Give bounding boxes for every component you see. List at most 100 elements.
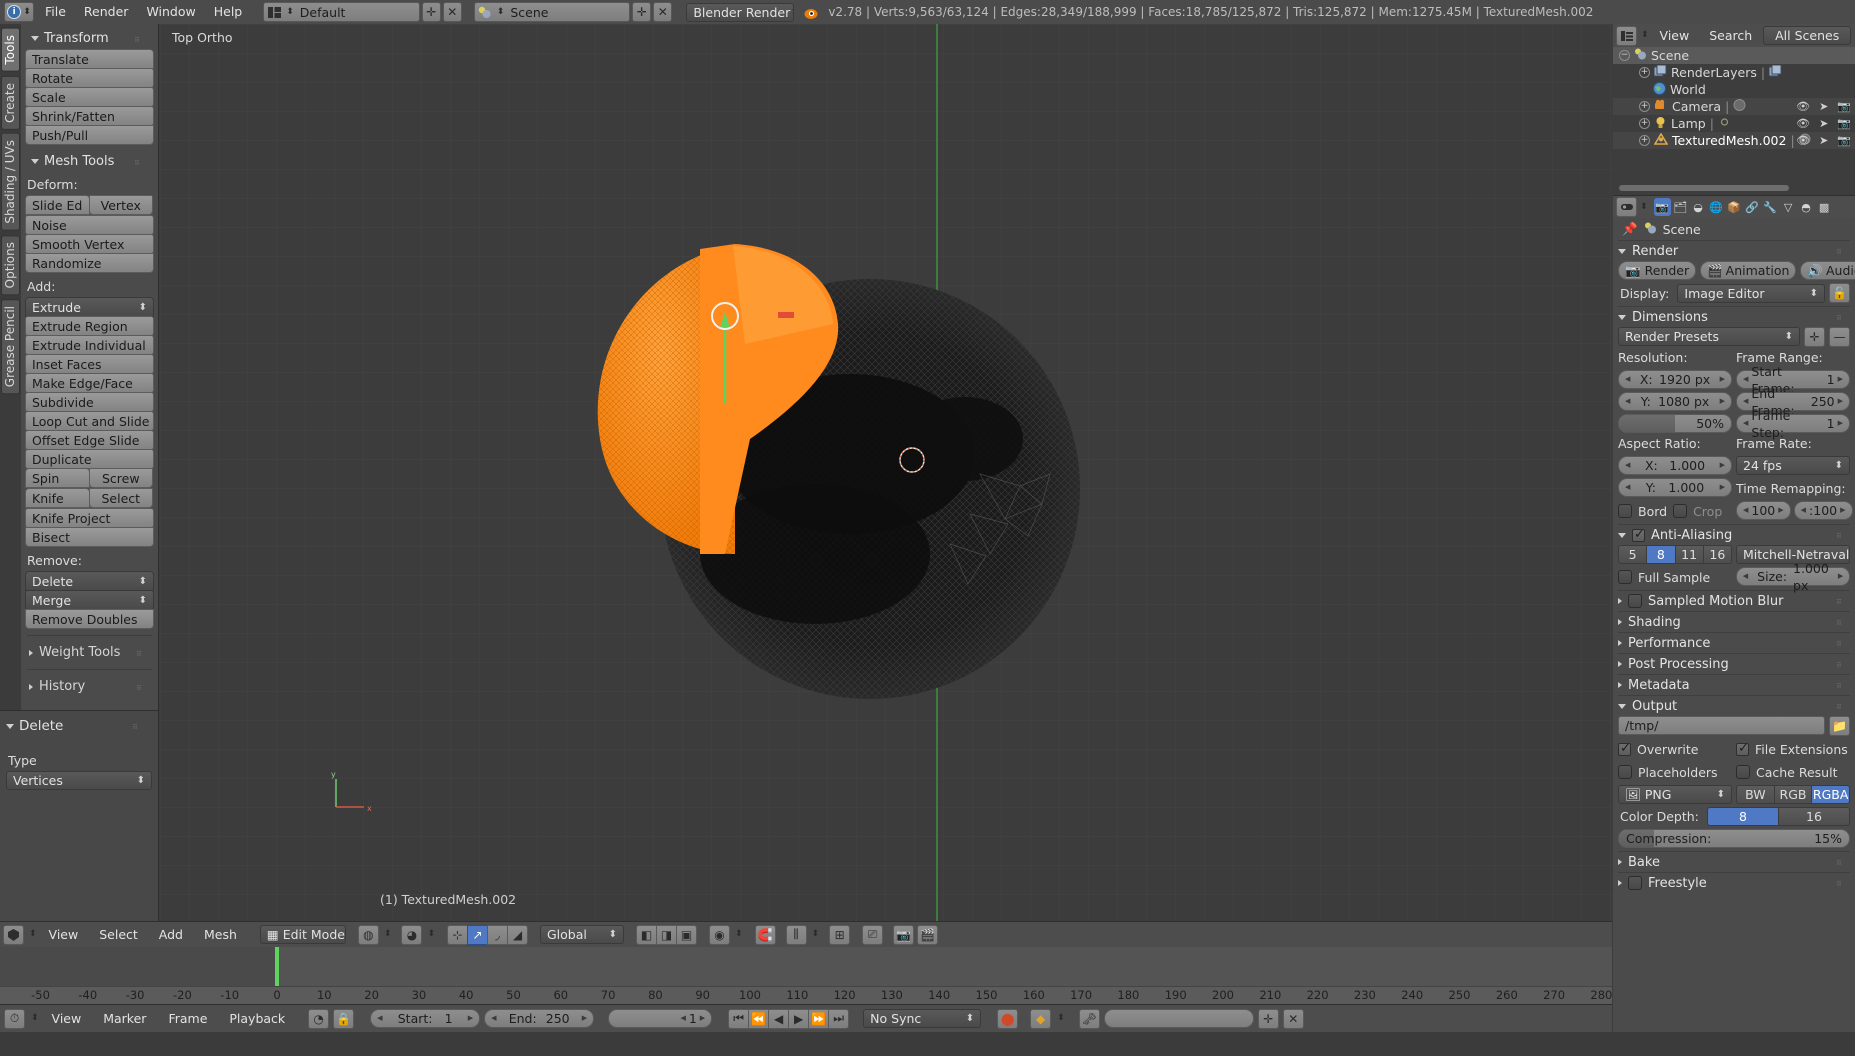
layers-chevron-icon[interactable]: ⬍	[427, 930, 435, 939]
mesh-object[interactable]	[550, 224, 1170, 744]
panel-dimensions-header[interactable]: Dimensions ⣿	[1618, 306, 1850, 327]
outliner-editor[interactable]: ⬍ View Search All Scenes − Scene + Rende…	[1613, 24, 1855, 194]
aspect-x-field[interactable]: X:1.000	[1618, 456, 1732, 475]
jump-to-end-icon[interactable]: ⏭	[828, 1008, 850, 1029]
panel-antialiasing-header[interactable]: Anti-Aliasing ⣿	[1618, 524, 1850, 545]
render-audio-button[interactable]: 🔊 Audio	[1800, 261, 1855, 280]
aa-sample-16[interactable]: 16	[1702, 545, 1732, 564]
panel-performance-header[interactable]: Performance ⣿	[1618, 632, 1850, 653]
render-animation-icon[interactable]: 🎬	[917, 924, 939, 945]
shading-chevron-icon[interactable]: ⬍	[384, 930, 392, 939]
vertex-slide-button[interactable]: Vertex	[88, 195, 153, 215]
spin-button[interactable]: Spin	[25, 468, 90, 488]
menu-file[interactable]: File	[36, 1, 75, 23]
panel-weight-tools-header[interactable]: Weight Tools ⣿	[25, 642, 154, 663]
screen-layout-name[interactable]: Default	[294, 5, 419, 20]
properties-editor-type-icon[interactable]	[1616, 197, 1637, 217]
file-extensions-toggle[interactable]: File Extensions	[1736, 739, 1850, 759]
folder-icon[interactable]: 📁	[1829, 716, 1850, 736]
merge-dropdown[interactable]: Merge	[25, 590, 154, 610]
delete-dropdown[interactable]: Delete	[25, 571, 154, 591]
outliner-editor-type-icon[interactable]	[1616, 25, 1637, 46]
keying-set-field[interactable]	[1103, 1009, 1254, 1028]
keying-set-icon[interactable]: 🗝	[1078, 1008, 1100, 1029]
aa-sample-5[interactable]: 5	[1618, 545, 1648, 564]
panel-render-header[interactable]: Render ⣿	[1618, 240, 1850, 261]
tab-options[interactable]: Options	[1, 235, 20, 296]
render-camera-icon[interactable]: 📷	[1837, 117, 1851, 130]
operator-panel-header[interactable]: Delete ⣿	[6, 715, 152, 737]
placeholders-toggle[interactable]: Placeholders	[1618, 762, 1732, 782]
aa-size-field[interactable]: Size:1.000 px	[1736, 561, 1850, 593]
timeline-chevron-icon[interactable]: ⬍	[31, 1014, 39, 1023]
aa-sample-8[interactable]: 8	[1646, 545, 1676, 564]
remap-old-field[interactable]: 100	[1736, 501, 1791, 520]
noise-button[interactable]: Noise	[25, 215, 154, 235]
scene-name[interactable]: Scene	[504, 5, 629, 20]
cursor-icon[interactable]: ➤	[1819, 117, 1828, 130]
tab-grease-pencil[interactable]: Grease Pencil	[1, 299, 20, 395]
color-mode-rgb[interactable]: RGB	[1773, 785, 1813, 804]
play-icon[interactable]: ▶	[788, 1008, 810, 1029]
make-edge-face-button[interactable]: Make Edge/Face	[25, 373, 154, 393]
pivot-chevron-icon[interactable]: ⬍	[735, 930, 743, 939]
tab-modifiers[interactable]: 🔧	[1762, 198, 1779, 216]
extrude-region-button[interactable]: Extrude Region	[25, 316, 154, 336]
render-button[interactable]: 📷 Render	[1618, 261, 1697, 280]
timeline-menu-view[interactable]: View	[43, 1008, 91, 1030]
play-reverse-icon[interactable]: ◀	[768, 1008, 790, 1029]
next-keyframe-icon[interactable]: ⏩	[808, 1008, 830, 1029]
add-layout-button[interactable]: ✛	[421, 2, 441, 22]
tab-texture[interactable]: ▩	[1816, 198, 1833, 216]
tab-data[interactable]: ▽	[1780, 198, 1797, 216]
frame-rate-dropdown[interactable]: 24 fps	[1736, 456, 1850, 475]
crop-checkbox[interactable]	[1673, 504, 1688, 518]
start-frame-field[interactable]: Start: 1	[370, 1009, 481, 1028]
current-frame-field[interactable]: 1	[608, 1009, 713, 1028]
display-mode-dropdown[interactable]: Image Editor	[1677, 283, 1825, 303]
knife-project-button[interactable]: Knife Project	[25, 508, 154, 528]
outliner-row-lamp[interactable]: + Lamp | 👁 ➤ 📷	[1613, 115, 1855, 132]
face-mode-icon[interactable]: ◢	[507, 924, 528, 945]
delete-layout-button[interactable]: ✕	[442, 2, 462, 22]
overwrite-toggle[interactable]: Overwrite	[1618, 739, 1732, 759]
cache-result-toggle[interactable]: Cache Result	[1736, 762, 1850, 782]
aspect-y-field[interactable]: Y:1.000	[1618, 478, 1732, 497]
cache-result-checkbox[interactable]	[1736, 765, 1750, 779]
lock-time-icon[interactable]: 🔒	[333, 1008, 355, 1029]
limit-selection-visible-icon[interactable]: ◧	[636, 924, 657, 945]
loop-cut-and-slide-button[interactable]: Loop Cut and Slide	[25, 411, 154, 431]
lock-interface-icon[interactable]: 🔓	[1829, 283, 1850, 303]
outliner-row-world[interactable]: World	[1613, 81, 1855, 98]
render-opengl-icon[interactable]: ⎚	[862, 924, 884, 945]
color-depth-8[interactable]: 8	[1706, 807, 1779, 826]
timeline-playhead[interactable]	[275, 947, 279, 987]
remove-preset-icon[interactable]: —	[1829, 327, 1850, 347]
frame-step-field[interactable]: Frame Step:1	[1736, 408, 1850, 440]
tab-material[interactable]: ◓	[1798, 198, 1815, 216]
extrude-dropdown[interactable]: Extrude	[25, 297, 154, 317]
timeline-menu-frame[interactable]: Frame	[159, 1008, 216, 1030]
cube-icon[interactable]: ▣	[676, 924, 697, 945]
menu-window[interactable]: Window	[137, 1, 204, 23]
expand-icon[interactable]: +	[1639, 135, 1650, 146]
face-select-icon[interactable]: ◞	[487, 924, 508, 945]
pivot-point-icon[interactable]: ◉	[709, 924, 730, 945]
outliner-menu-view[interactable]: View	[1651, 25, 1699, 47]
tab-create[interactable]: Create	[1, 75, 20, 130]
menu-render[interactable]: Render	[75, 1, 138, 23]
3d-viewport[interactable]: Top Ortho y x (1) TexturedMesh.002	[160, 24, 1612, 921]
placeholders-checkbox[interactable]	[1618, 765, 1632, 779]
render-presets-dropdown[interactable]: Render Presets	[1618, 327, 1800, 346]
magnet-icon[interactable]: 🧲	[754, 924, 776, 945]
panel-transform-header[interactable]: Transform ⣿	[25, 28, 154, 49]
properties-editor[interactable]: ⬍ 📷 🗂 ◒ 🌐 📦 🔗 🔧 ▽ ◓ ▩ 📌 Scene Render ⣿ 📷…	[1613, 195, 1855, 1032]
previous-keyframe-icon[interactable]: ⏪	[748, 1008, 770, 1029]
panel-mesh-tools-header[interactable]: Mesh Tools ⣿	[25, 151, 154, 172]
expand-icon[interactable]: +	[1639, 118, 1650, 129]
eye-icon[interactable]: 👁	[1796, 100, 1810, 113]
vertex-select-icon[interactable]: ⊹	[447, 924, 468, 945]
subdivide-button[interactable]: Subdivide	[25, 392, 154, 412]
keyframe-chevron-icon[interactable]: ⬍	[1057, 1014, 1065, 1023]
aa-sample-11[interactable]: 11	[1674, 545, 1704, 564]
